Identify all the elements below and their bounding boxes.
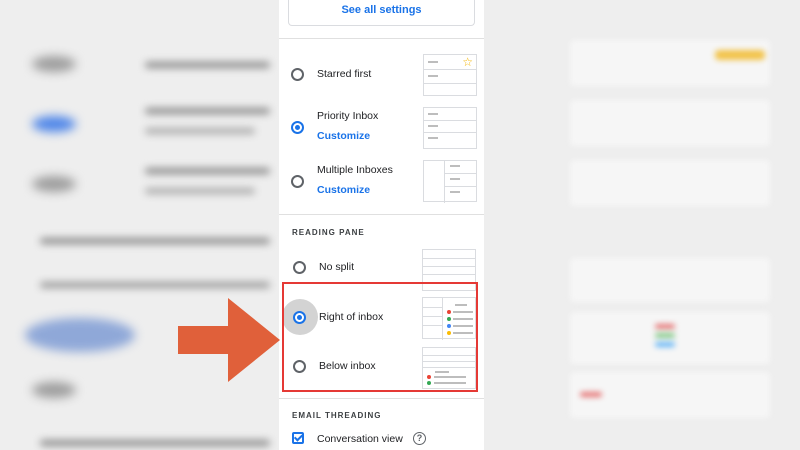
blurred-avatar xyxy=(32,382,76,398)
blurred-text xyxy=(40,282,270,288)
conversation-view-label[interactable]: Conversation view xyxy=(317,433,403,445)
blurred-text xyxy=(145,62,270,68)
multiple-inboxes-customize-link[interactable]: Customize xyxy=(317,184,370,196)
blurred-card xyxy=(570,312,770,364)
blurred-card xyxy=(570,258,770,302)
see-all-settings-button[interactable]: See all settings xyxy=(288,0,475,26)
divider xyxy=(279,398,484,399)
conversation-view-checkbox[interactable] xyxy=(292,432,304,444)
radio-multiple-inboxes[interactable] xyxy=(291,175,304,188)
email-threading-heading: EMAIL THREADING xyxy=(292,411,382,420)
priority-inbox-thumbnail[interactable] xyxy=(423,107,477,149)
blurred-dot xyxy=(655,333,675,338)
blurred-avatar xyxy=(32,176,76,192)
blurred-dot xyxy=(580,392,602,397)
radio-priority-inbox[interactable] xyxy=(291,121,304,134)
blurred-card xyxy=(570,160,770,206)
blurred-avatar xyxy=(32,56,76,72)
see-all-settings-label[interactable]: See all settings xyxy=(289,4,474,16)
blurred-text xyxy=(40,238,270,244)
arrow-icon xyxy=(178,298,280,382)
starred-first-thumbnail[interactable]: ☆ xyxy=(423,54,477,96)
blurred-text xyxy=(40,440,270,446)
blurred-text xyxy=(145,108,270,114)
blurred-dot xyxy=(655,324,675,329)
reading-pane-heading: READING PANE xyxy=(292,228,365,237)
radio-no-split[interactable] xyxy=(293,261,306,274)
blurred-text xyxy=(145,168,270,174)
multiple-inboxes-thumbnail[interactable] xyxy=(423,160,477,203)
help-icon[interactable]: ? xyxy=(413,432,426,445)
blurred-dot xyxy=(655,342,675,347)
blurred-avatar xyxy=(32,116,76,132)
highlight-box xyxy=(282,282,478,392)
starred-first-label[interactable]: Starred first xyxy=(317,68,371,80)
star-icon: ☆ xyxy=(462,55,473,69)
blurred-text xyxy=(145,128,255,134)
blurred-card xyxy=(570,40,770,86)
no-split-label[interactable]: No split xyxy=(319,261,354,273)
radio-starred-first[interactable] xyxy=(291,68,304,81)
blurred-card xyxy=(570,100,770,146)
divider xyxy=(279,38,484,39)
blurred-avatar xyxy=(25,318,135,352)
priority-inbox-customize-link[interactable]: Customize xyxy=(317,130,370,142)
blurred-text xyxy=(145,188,255,194)
multiple-inboxes-label[interactable]: Multiple Inboxes xyxy=(317,164,393,176)
priority-inbox-label[interactable]: Priority Inbox xyxy=(317,110,378,122)
blurred-highlight xyxy=(715,50,765,60)
divider xyxy=(279,214,484,215)
